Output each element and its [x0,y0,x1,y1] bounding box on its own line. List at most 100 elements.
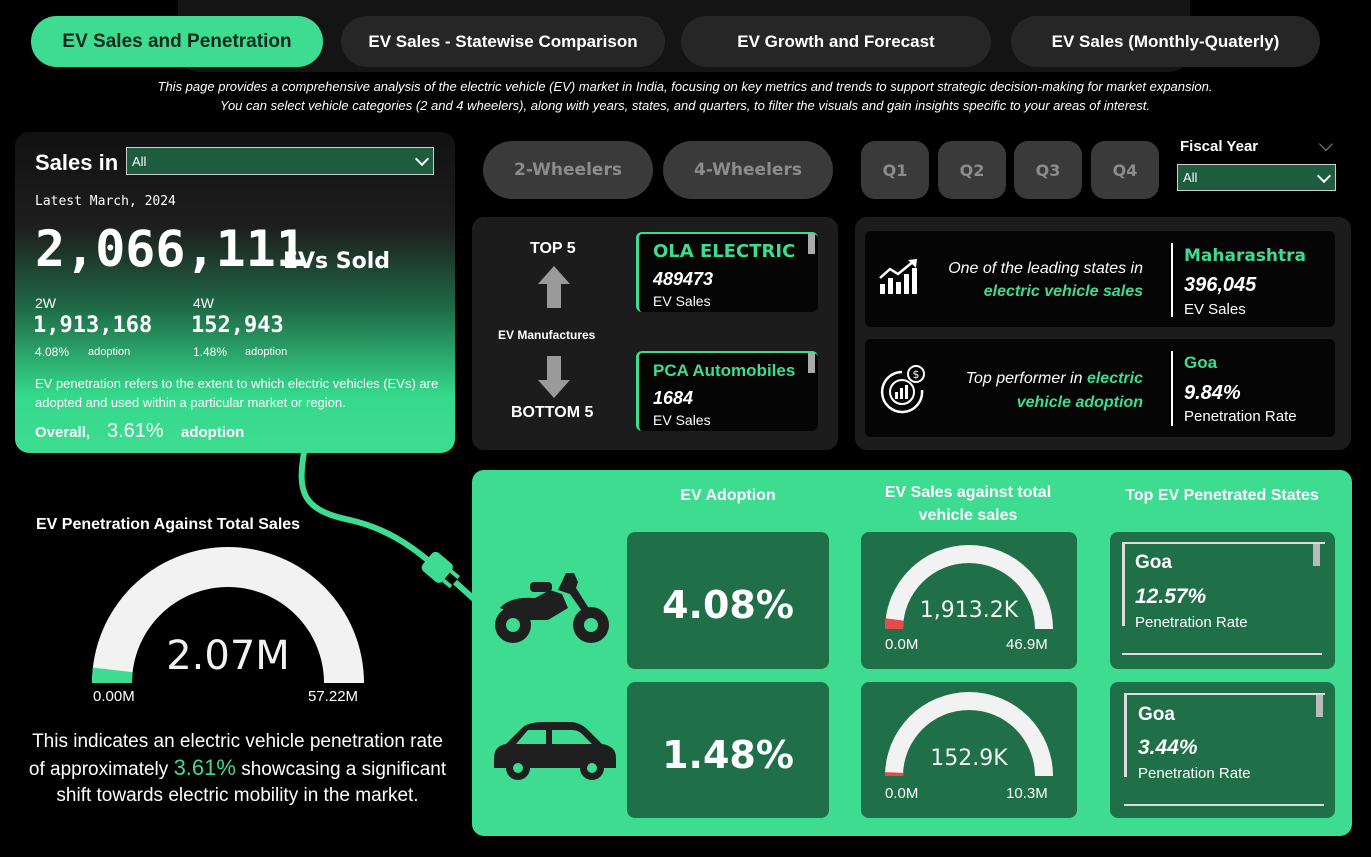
bottom5-label: BOTTOM 5 [511,404,594,421]
col-ev-adoption: EV Adoption [680,487,776,504]
filter-q1[interactable]: Q1 [861,141,929,199]
penetration-gauge-title: EV Penetration Against Total Sales [36,516,301,533]
filter-2-wheelers[interactable]: 2-Wheelers [483,141,653,199]
fiscal-year-label: Fiscal Year [1180,138,1259,155]
leading-sales-unit: EV Sales [1184,301,1246,318]
top-adoption-state: Goa [1184,353,1218,372]
four-wheeler-adoption-value: 1.48% [662,733,794,777]
chevron-down-icon [1316,168,1332,183]
two-wheeler-label: 2W [35,295,56,311]
insight-pct: 3.61% [173,755,236,780]
top-manufacturer-name: OLA ELECTRIC [653,241,796,262]
four-wheeler-gauge-min: 0.0M [885,785,919,802]
intro-text-line2: You can select vehicle categories (2 and… [220,98,1150,113]
bottom-manufacturer-unit: EV Sales [653,412,711,428]
tab-ev-sales-penetration[interactable]: EV Sales and Penetration [31,16,323,67]
top-manufacturer-unit: EV Sales [653,293,711,309]
two-wheeler-gauge-value: 1,913.2K [919,598,1019,623]
penetration-gauge-min: 0.00M [93,688,135,705]
two-wheeler-sales: 1,913,168 [33,313,153,338]
card-scrollbar[interactable] [808,353,815,373]
ev-manufactures-caption: EV Manufactures [498,328,596,342]
overall-adoption-label: adoption [181,424,245,441]
arrow-up-icon [538,266,570,308]
four-wheeler-gauge-value: 152.9K [930,746,1008,771]
money-growth-icon: $ [880,365,925,414]
four-wheeler-top-state-rate: 3.44% [1138,736,1198,759]
two-wheeler-adoption-label: adoption [88,346,131,358]
bottom-manufacturer-sales: 1684 [653,388,694,408]
two-wheeler-top-state-rate: 12.57% [1135,585,1207,608]
latest-date: Latest March, 2024 [35,194,176,209]
state-card-top-line [1127,693,1325,695]
top-adoption-value: 9.84% [1184,382,1241,404]
divider [1171,351,1173,426]
top-adoption-text: Top performer in electric vehicle adopti… [930,367,1143,415]
state-card-bottom-line [1124,804,1324,806]
leading-sales-text: One of the leading states in electric ve… [925,257,1143,303]
overall-adoption-pct: 3.61% [107,420,164,442]
penetration-gauge-value: 2.07M [166,633,290,679]
tab-growth-forecast[interactable]: EV Growth and Forecast [681,16,991,67]
col-top-penetrated-states: Top EV Penetrated States [1125,487,1319,504]
state-card-accent [1124,693,1127,777]
top5-label: TOP 5 [530,240,576,257]
sales-in-dropdown-value: All [132,153,147,169]
leading-sales-state: Maharashtra [1184,246,1307,266]
penetration-definition: EV penetration refers to the extent to w… [35,376,439,410]
intro-text-line1: This page provides a comprehensive analy… [157,79,1213,94]
state-card-bottom-line [1122,653,1322,655]
leading-sales-text-a: One of the leading states in [948,260,1143,277]
two-wheeler-top-state-unit: Penetration Rate [1135,614,1248,631]
two-wheeler-adoption-pct: 4.08% [35,345,70,359]
motorcycle-icon [495,573,609,643]
svg-text:$: $ [913,368,920,381]
top-adoption-unit: Penetration Rate [1184,408,1297,425]
car-icon [494,722,616,780]
top-manufacturer-sales: 489473 [653,269,714,289]
chevron-down-icon[interactable] [1318,136,1334,152]
four-wheeler-adoption-pct: 1.48% [193,345,228,359]
filter-4-wheelers[interactable]: 4-Wheelers [663,141,833,199]
tab-monthly-quarterly[interactable]: EV Sales (Monthly-Quaterly) [1011,16,1320,67]
divider [1171,243,1173,317]
four-wheeler-top-state-unit: Penetration Rate [1138,765,1251,782]
total-evs-sold: 2,066,111 [35,220,306,278]
two-wheeler-gauge-min: 0.0M [885,636,919,653]
two-wheeler-gauge-max: 46.9M [1006,636,1048,653]
penetration-gauge-max: 57.22M [308,688,359,705]
col-ev-sales-vs-total: EV Sales against total vehicle sales [884,484,1052,524]
arrow-down-icon [538,356,570,398]
fiscal-year-dropdown[interactable]: All [1177,164,1336,191]
chevron-down-icon [414,151,430,167]
four-wheeler-sales: 152,943 [191,313,284,338]
trend-chart-icon [879,259,917,294]
card-scrollbar[interactable] [808,234,815,254]
bottom-manufacturer-name: PCA Automobiles [653,361,796,380]
card-scrollbar[interactable] [1316,695,1323,717]
leading-sales-value: 396,045 [1184,274,1257,296]
evs-sold-suffix: EVs Sold [283,249,391,274]
filter-q2[interactable]: Q2 [938,141,1006,199]
fiscal-year-value: All [1183,170,1198,185]
filter-q3[interactable]: Q3 [1014,141,1082,199]
sales-in-label: Sales in [35,150,119,175]
two-wheeler-adoption-value: 4.08% [662,583,794,627]
top-adoption-text-c: vehicle adoption [1016,394,1143,411]
state-card-accent [1122,542,1125,626]
four-wheeler-label: 4W [193,295,214,311]
four-wheeler-top-state-name: Goa [1138,704,1175,725]
state-card-top-line [1125,542,1325,544]
filter-q4[interactable]: Q4 [1091,141,1159,199]
sales-in-dropdown[interactable]: All [126,147,434,175]
top-adoption-text-a: Top performer in [965,370,1083,387]
card-scrollbar[interactable] [1313,544,1320,566]
top-adoption-text-b: electric [1086,370,1143,387]
four-wheeler-adoption-label: adoption [245,346,288,358]
tab-statewise-comparison[interactable]: EV Sales - Statewise Comparison [341,16,665,67]
overall-label: Overall, [35,424,91,441]
two-wheeler-top-state-name: Goa [1135,552,1172,573]
four-wheeler-gauge-max: 10.3M [1006,785,1048,802]
leading-sales-text-b: electric vehicle sales [983,283,1143,300]
penetration-insight-text: This indicates an electric vehicle penet… [25,729,450,809]
